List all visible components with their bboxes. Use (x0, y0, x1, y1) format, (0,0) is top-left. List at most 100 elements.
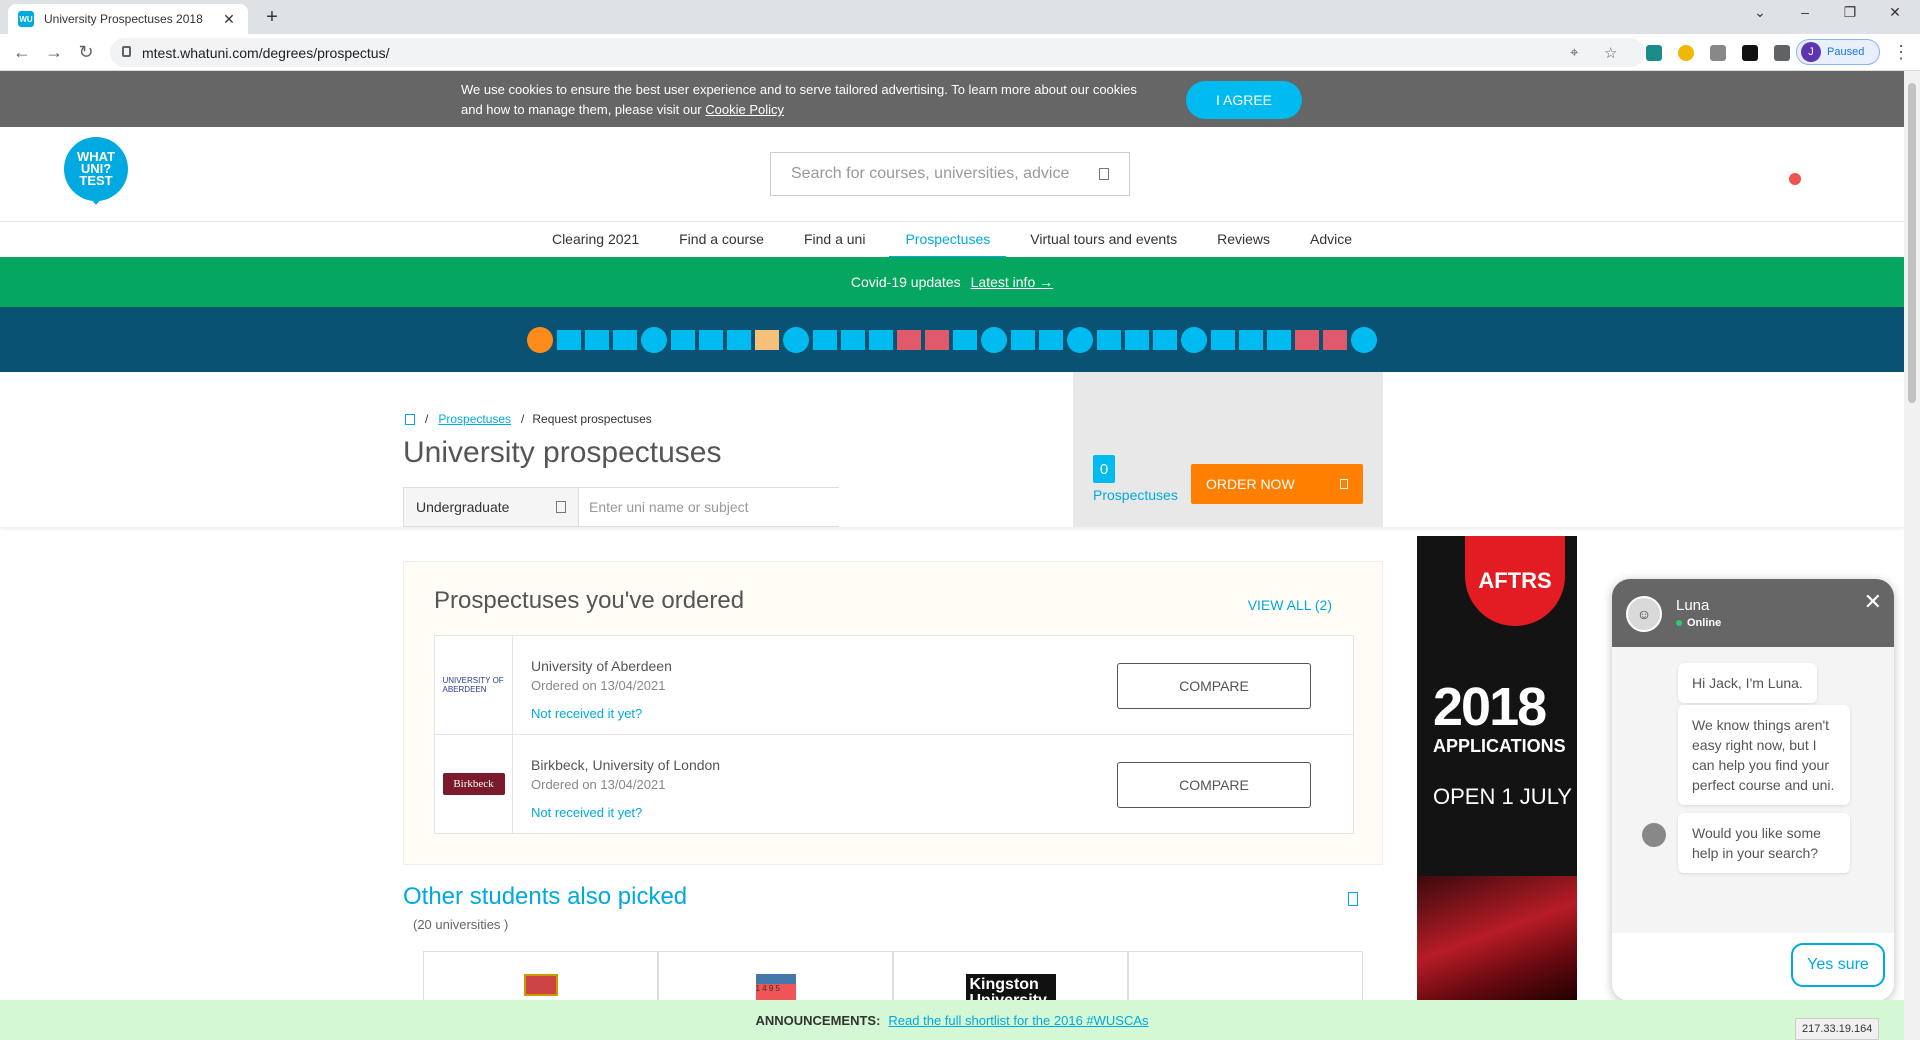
study-level-select[interactable]: Undergraduate (403, 487, 579, 527)
ad-artwork (1417, 876, 1577, 1006)
location-icon[interactable]: ⌖ (1570, 44, 1578, 61)
progress-dot (981, 326, 1007, 353)
birkbeck-logo: Birkbeck (442, 773, 505, 795)
bookmark-star-icon[interactable]: ☆ (1604, 44, 1617, 62)
order-now-button[interactable]: ORDER NOW (1191, 464, 1363, 504)
address-bar[interactable]: mtest.whatuni.com/degrees/prospectus/ ⌖ … (110, 38, 1645, 67)
advert-banner[interactable]: AFTRS 2018 APPLICATIONS OPEN 1 JULY (1417, 536, 1577, 1006)
notification-dot (1789, 173, 1801, 185)
extensions-puzzle-icon[interactable] (1774, 45, 1790, 61)
ordered-title: Prospectuses you've ordered (434, 587, 745, 614)
lock-icon (122, 46, 131, 57)
progress-dot (641, 326, 667, 353)
ip-tooltip: 217.33.19.164 (1795, 1018, 1880, 1040)
page-scrollbar[interactable] (1904, 71, 1920, 1040)
extension-icon[interactable] (1742, 45, 1758, 61)
tab-search-icon[interactable]: ⌄ (1740, 4, 1780, 21)
covid-banner: Covid-19 updates Latest info → (0, 257, 1904, 307)
agree-button[interactable]: I AGREE (1186, 81, 1302, 119)
browser-tab[interactable]: WU University Prospectuses 2018 ✕ (8, 4, 248, 34)
compare-button[interactable]: COMPARE (1117, 762, 1311, 808)
uni-name: Birkbeck, University of London (531, 757, 721, 773)
nav-prospectuses[interactable]: Prospectuses (889, 222, 1007, 258)
nav-advice[interactable]: Advice (1294, 222, 1368, 258)
browser-menu-icon[interactable]: ⋮ (1892, 42, 1910, 63)
progress-dot (1181, 326, 1207, 353)
covid-text: Covid-19 updates (850, 274, 961, 290)
tab-favicon: WU (18, 11, 34, 27)
progress-step (1153, 329, 1177, 350)
url-text: mtest.whatuni.com/degrees/prospectus/ (142, 44, 390, 61)
chat-status-text: Online (1687, 617, 1722, 629)
other-students-title: Other students also picked (403, 883, 688, 910)
home-icon[interactable] (405, 413, 415, 425)
avatar: J (1801, 42, 1821, 62)
progress-step (1011, 329, 1035, 350)
breadcrumb-prospectuses[interactable]: Prospectuses (438, 412, 511, 426)
progress-step (585, 329, 609, 350)
chat-message: Would you like some help in your search? (1678, 813, 1850, 873)
nav-virtual-tours[interactable]: Virtual tours and events (1014, 222, 1193, 258)
extension-icon[interactable] (1678, 45, 1694, 61)
reload-icon[interactable]: ↻ (74, 42, 98, 63)
chat-header: ☺ Luna Online ✕ (1612, 579, 1894, 647)
cookie-policy-link[interactable]: Cookie Policy (705, 102, 784, 117)
aberdeen-logo: UNIVERSITY OF ABERDEEN (442, 676, 504, 694)
list-item: Birkbeck Birkbeck, University of London … (434, 734, 1354, 834)
browser-toolbar: ← → ↻ mtest.whatuni.com/degrees/prospect… (0, 34, 1920, 71)
minimize-icon[interactable]: – (1785, 4, 1825, 20)
chat-message: Hi Jack, I'm Luna. (1678, 663, 1817, 703)
back-icon[interactable]: ← (10, 42, 34, 63)
search-icon[interactable] (1099, 168, 1109, 180)
order-now-label: ORDER NOW (1206, 476, 1295, 492)
site-search-input[interactable]: Search for courses, universities, advice (770, 152, 1130, 196)
nav-find-course[interactable]: Find a course (663, 222, 780, 258)
progress-step (1239, 329, 1263, 350)
yes-sure-button[interactable]: Yes sure (1791, 943, 1885, 987)
tab-title: University Prospectuses 2018 (44, 12, 203, 26)
site-logo[interactable]: WHAT UNI? TEST (64, 137, 128, 201)
other-students-count: (20 universities ) (413, 917, 509, 932)
robot-icon (1642, 823, 1666, 847)
uni-logo: Birkbeck (435, 735, 513, 833)
ad-year: 2018 (1433, 677, 1547, 737)
restore-icon[interactable]: ❐ (1830, 4, 1870, 21)
view-all-link[interactable]: VIEW ALL (2) (1248, 597, 1332, 613)
profile-button[interactable]: J Paused (1796, 39, 1880, 65)
chat-footer: Yes sure (1612, 933, 1894, 1001)
compare-button[interactable]: COMPARE (1117, 663, 1311, 709)
new-tab-icon[interactable]: + (260, 6, 284, 29)
tab-close-icon[interactable]: ✕ (220, 11, 238, 28)
breadcrumb-current: Request prospectuses (532, 412, 652, 426)
window-close-icon[interactable]: ✕ (1875, 4, 1915, 21)
not-received-link[interactable]: Not received it yet? (531, 706, 642, 721)
scrollbar-thumb[interactable] (1908, 83, 1916, 403)
web-page: We use cookies to ensure the best user e… (0, 71, 1904, 1040)
announcement-link[interactable]: Read the full shortlist for the 2016 #WU… (888, 1013, 1148, 1028)
forward-icon[interactable]: → (42, 42, 66, 63)
progress-step (925, 329, 949, 350)
progress-step (1211, 329, 1235, 350)
not-received-link[interactable]: Not received it yet? (531, 805, 642, 820)
browser-tabstrip: WU University Prospectuses 2018 ✕ + ⌄ – … (0, 0, 1920, 34)
progress-step (1295, 329, 1319, 350)
prospectus-count-label[interactable]: Prospectuses (1093, 487, 1178, 503)
info-icon[interactable] (1348, 892, 1358, 906)
nav-clearing[interactable]: Clearing 2021 (536, 222, 655, 258)
extension-icon[interactable] (1710, 45, 1726, 61)
announcements-bar: ANNOUNCEMENTS: Read the full shortlist f… (0, 1000, 1904, 1040)
progress-step (727, 329, 751, 350)
prospectus-count-badge: 0 (1093, 455, 1115, 483)
ad-logo: AFTRS (1465, 536, 1565, 626)
nav-reviews[interactable]: Reviews (1201, 222, 1286, 258)
covid-latest-link[interactable]: Latest info → (971, 274, 1054, 290)
uni-search-input[interactable]: Enter uni name or subject (579, 487, 839, 527)
extension-icon[interactable] (1646, 45, 1662, 61)
chat-close-icon[interactable]: ✕ (1864, 589, 1882, 615)
uni-crest (523, 974, 558, 996)
progress-step (1323, 329, 1347, 350)
uni-logo: UNIVERSITY OF ABERDEEN (435, 636, 513, 734)
progress-step (897, 329, 921, 350)
nav-find-uni[interactable]: Find a uni (788, 222, 881, 258)
progress-step (813, 329, 837, 350)
